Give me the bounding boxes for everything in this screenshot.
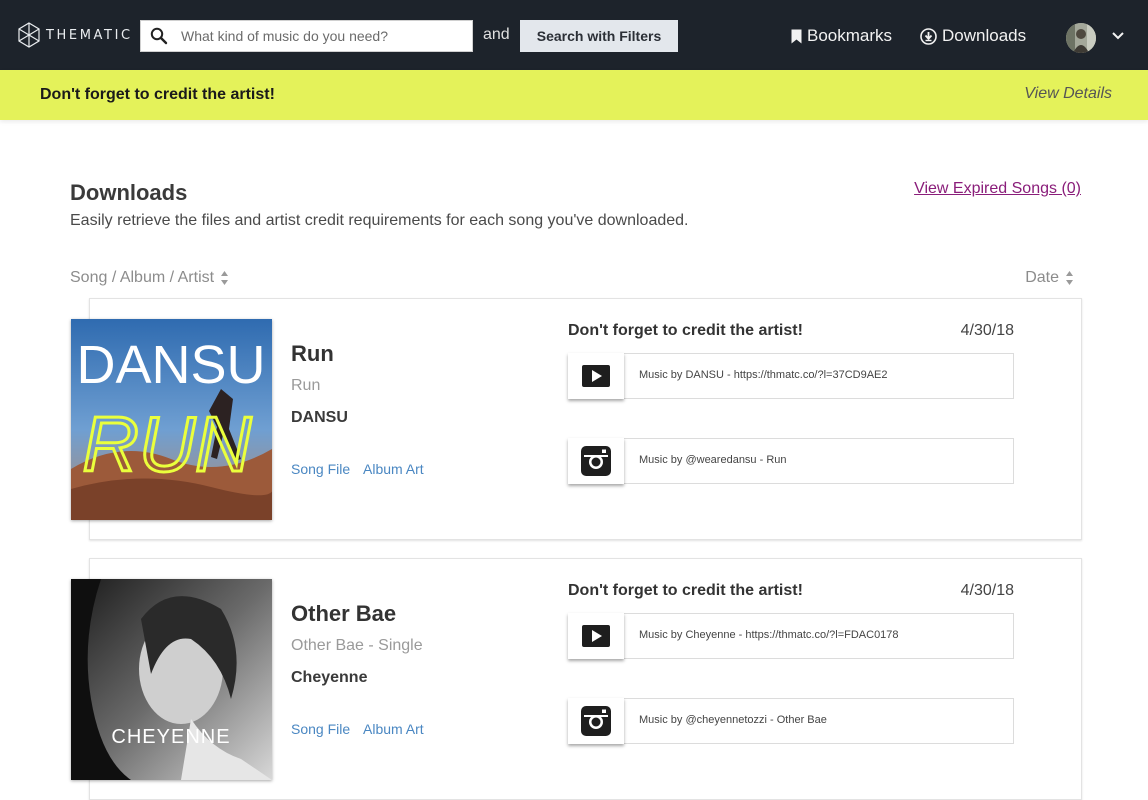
- credit-heading: Don't forget to credit the artist!: [568, 322, 803, 339]
- credit-heading: Don't forget to credit the artist!: [568, 582, 803, 599]
- search-box[interactable]: [140, 20, 473, 52]
- user-avatar[interactable]: [1066, 23, 1096, 53]
- logo-text: THEMATIC: [46, 27, 133, 43]
- credit-reminder-banner: Don't forget to credit the artist! View …: [0, 70, 1148, 120]
- youtube-play-icon: [582, 625, 610, 647]
- youtube-credit-row[interactable]: Music by Cheyenne - https://thmatc.co/?l…: [568, 613, 1014, 659]
- top-navigation-bar: THEMATIC and Search with Filters Bookmar…: [0, 0, 1148, 70]
- sort-arrows-icon: [1066, 271, 1073, 285]
- sort-arrows-icon: [221, 271, 229, 285]
- song-file-link[interactable]: Song File: [291, 461, 350, 477]
- download-card: DANSU RUN Run Run DANSU Song File Album …: [71, 298, 1082, 540]
- album-art-dansu-run: DANSU RUN: [71, 319, 272, 520]
- sort-date-label: Date: [1025, 269, 1059, 286]
- instagram-icon: [581, 706, 611, 736]
- instagram-credit-icon-box: [568, 438, 624, 484]
- album-art-subtitle-text: RUN: [83, 400, 253, 488]
- song-title: Run: [291, 341, 334, 366]
- credit-text: Music by @cheyennetozzi - Other Bae: [639, 714, 827, 726]
- album-art-title-text: DANSU: [76, 335, 265, 395]
- song-file-link[interactable]: Song File: [291, 721, 350, 737]
- download-date: 4/30/18: [960, 582, 1014, 599]
- download-circle-icon: [920, 27, 937, 45]
- banner-text: Don't forget to credit the artist!: [40, 86, 275, 103]
- album-art-link[interactable]: Album Art: [363, 721, 424, 737]
- and-label: and: [483, 26, 510, 43]
- sort-by-date[interactable]: Date: [1025, 269, 1074, 287]
- album-name: Run: [291, 377, 321, 394]
- song-title: Other Bae: [291, 601, 397, 626]
- page-subtitle: Easily retrieve the files and artist cre…: [70, 212, 689, 229]
- album-art-image[interactable]: DANSU RUN: [71, 319, 272, 520]
- sort-song-label: Song / Album / Artist: [70, 269, 215, 286]
- search-input[interactable]: [181, 21, 469, 51]
- instagram-credit-icon-box: [568, 698, 624, 744]
- instagram-credit-row[interactable]: Music by @wearedansu - Run: [568, 438, 1014, 484]
- youtube-credit-icon-box: [568, 353, 624, 399]
- credit-text: Music by Cheyenne - https://thmatc.co/?l…: [639, 629, 899, 641]
- thematic-logo[interactable]: THEMATIC: [18, 22, 133, 48]
- youtube-credit-row[interactable]: Music by DANSU - https://thmatc.co/?l=37…: [568, 353, 1014, 399]
- nav-downloads-link[interactable]: Downloads: [920, 26, 1026, 46]
- artist-name: DANSU: [291, 409, 348, 426]
- chevron-down-icon[interactable]: [1111, 31, 1125, 41]
- bookmark-icon: [791, 29, 802, 43]
- view-details-link[interactable]: View Details: [1024, 85, 1112, 103]
- album-art-title-text: CHEYENNE: [111, 726, 230, 748]
- search-with-filters-button[interactable]: Search with Filters: [520, 20, 678, 52]
- sort-by-song-album-artist[interactable]: Song / Album / Artist: [70, 269, 229, 287]
- album-art-image[interactable]: CHEYENNE: [71, 579, 272, 780]
- nav-downloads-label: Downloads: [942, 26, 1027, 45]
- instagram-icon: [581, 446, 611, 476]
- nav-bookmarks-label: Bookmarks: [807, 26, 893, 45]
- instagram-credit-row[interactable]: Music by @cheyennetozzi - Other Bae: [568, 698, 1014, 744]
- youtube-play-icon: [582, 365, 610, 387]
- album-art-link[interactable]: Album Art: [363, 461, 424, 477]
- page-title: Downloads: [70, 180, 188, 205]
- download-card: CHEYENNE Other Bae Other Bae - Single Ch…: [71, 558, 1082, 800]
- artist-name: Cheyenne: [291, 669, 368, 686]
- avatar-image: [1066, 23, 1096, 53]
- search-icon: [150, 27, 168, 45]
- credit-text: Music by @wearedansu - Run: [639, 454, 787, 466]
- album-name: Other Bae - Single: [291, 637, 423, 654]
- thematic-logo-icon: [18, 22, 40, 48]
- download-date: 4/30/18: [960, 322, 1014, 339]
- album-art-cheyenne-other-bae: CHEYENNE: [71, 579, 272, 780]
- view-expired-songs-link[interactable]: View Expired Songs (0): [914, 180, 1081, 198]
- nav-bookmarks-link[interactable]: Bookmarks: [791, 26, 892, 46]
- youtube-credit-icon-box: [568, 613, 624, 659]
- credit-text: Music by DANSU - https://thmatc.co/?l=37…: [639, 369, 888, 381]
